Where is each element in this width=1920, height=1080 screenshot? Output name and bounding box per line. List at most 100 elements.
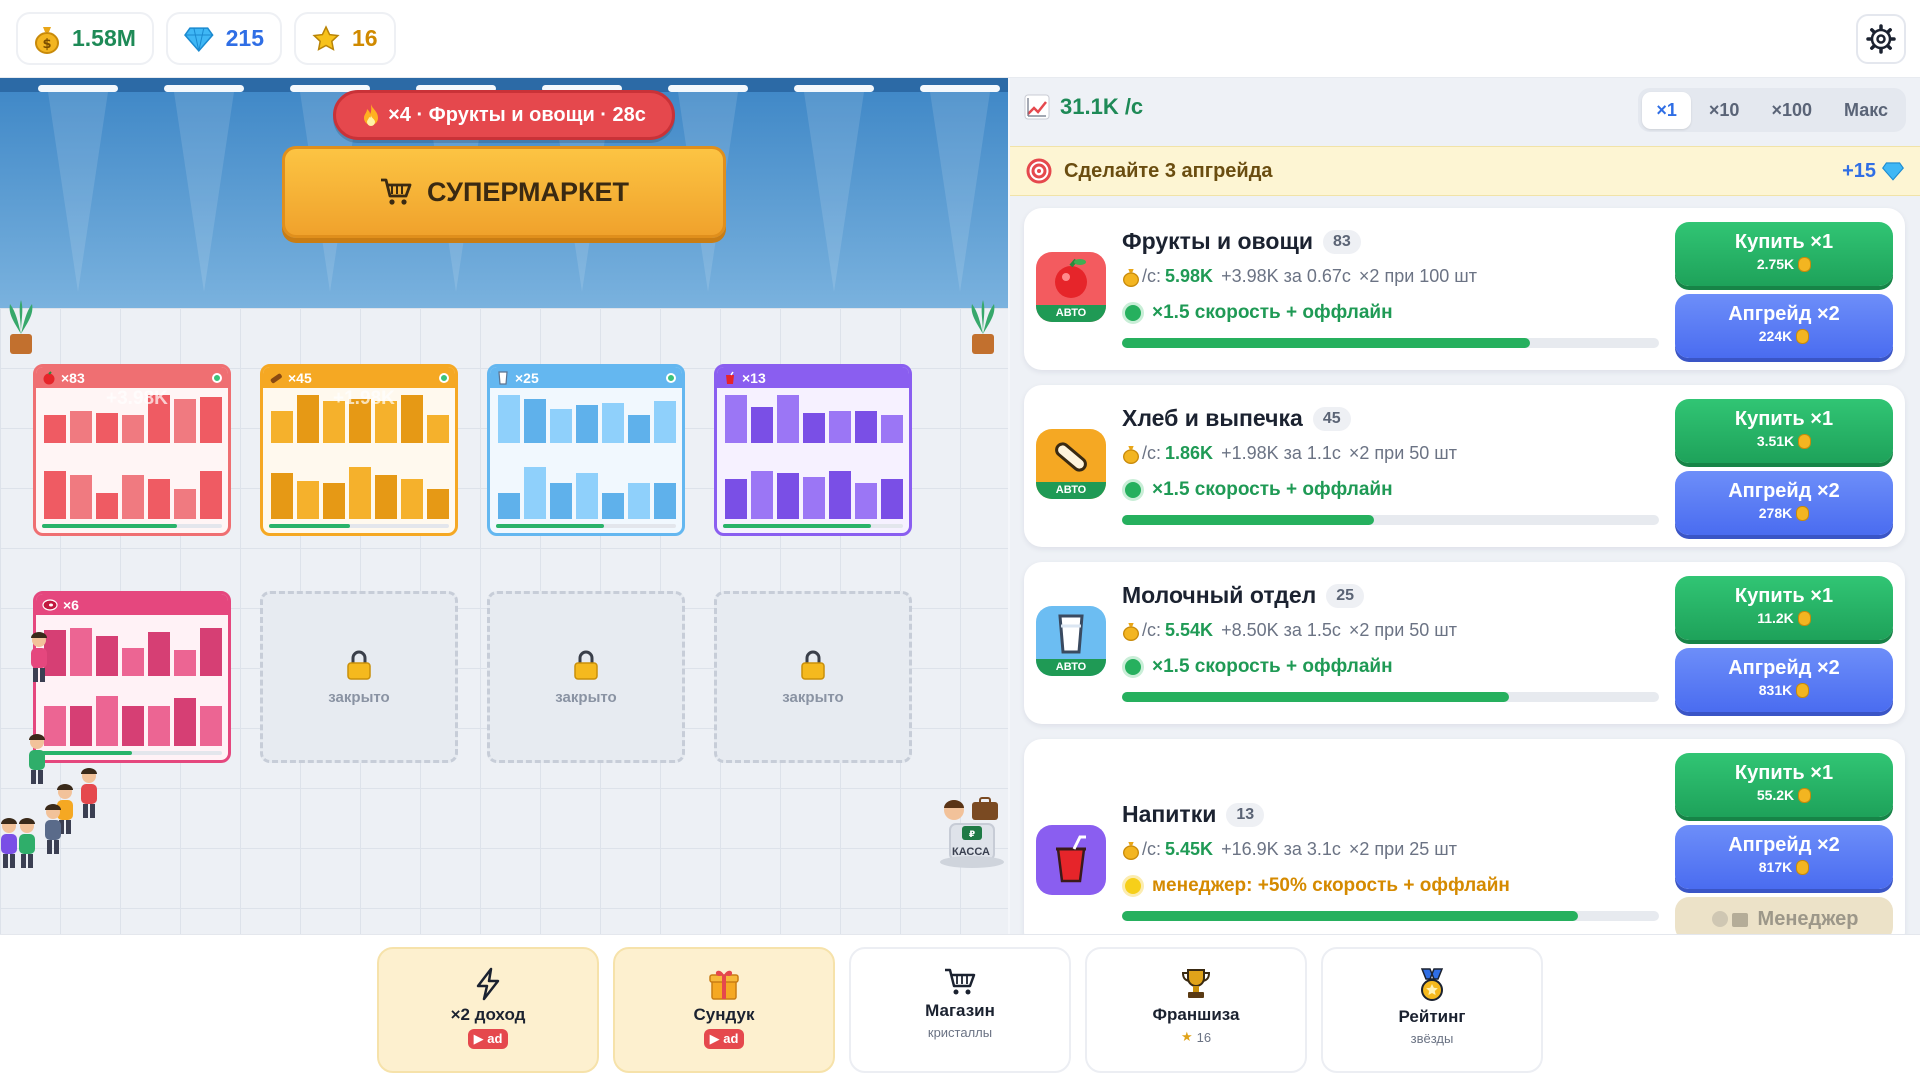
shelf-fruits[interactable]: ×83 +3.98K (33, 364, 231, 536)
shelf-count: ×45 (288, 369, 312, 386)
department-name: Хлеб и выпечка (1122, 405, 1303, 431)
multiplier-x100[interactable]: ×100 (1757, 92, 1826, 129)
quest-banner[interactable]: Сделайте 3 апгрейда +15 (1010, 146, 1920, 196)
ceiling-lamp (920, 85, 1000, 92)
department-card-bakery: АВТО Хлеб и выпечка 45 /с: 1.86K +1.98K за… (1024, 385, 1905, 547)
upgrade-button[interactable]: Апгрейд ×2 224K (1675, 294, 1893, 358)
locked-slot[interactable]: закрыто (714, 591, 912, 763)
department-icon: АВТО (1036, 429, 1106, 499)
customer-figure (45, 804, 61, 854)
ad-badge: ▶ ad (467, 1029, 509, 1049)
department-card-fruits: АВТО Фрукты и овощи 83 /с: 5.98K +3.98K за… (1024, 208, 1905, 370)
ceiling-lamp (668, 85, 748, 92)
per-sec-value: 1.86K (1165, 443, 1214, 463)
top-bar: $ 1.58M 215 16 (0, 0, 1920, 78)
department-header: Напитки 13 (1122, 801, 1265, 828)
upgrade-button[interactable]: Апгрейд ×2 817K (1675, 825, 1893, 889)
milk-glass-icon (1058, 614, 1084, 654)
boost-banner[interactable]: ×4 · Фрукты и овощи · 28с (333, 90, 675, 140)
buy-label: Купить ×1 (1734, 408, 1834, 430)
money-bag-icon: $ (35, 26, 59, 54)
customer-figure (81, 768, 97, 818)
tab-double-income[interactable]: ×2 доход ▶ ad (377, 947, 599, 1073)
upgrade-button[interactable]: Апгрейд ×2 831K (1675, 648, 1893, 712)
apple-icon (43, 370, 55, 384)
buy-label: Купить ×1 (1734, 762, 1834, 784)
bottom-nav: ×2 доход ▶ ad Сундук ▶ ad Магазин криста… (0, 934, 1920, 1080)
buy-button[interactable]: Купить ×1 2.75K (1675, 222, 1893, 286)
buy-label: Купить ×1 (1734, 585, 1834, 607)
settings-button[interactable] (1856, 14, 1906, 64)
hire-manager-button[interactable]: Менеджер (1675, 897, 1893, 934)
tab-rating[interactable]: Рейтинг звёзды (1321, 947, 1543, 1073)
coin-icon (1796, 328, 1810, 344)
department-header: Молочный отдел 25 (1122, 582, 1365, 609)
department-icon: АВТО (1036, 252, 1106, 322)
locked-label: закрыто (782, 688, 844, 706)
shelf-header: ×83 (36, 367, 228, 388)
multiplier-max[interactable]: Макс (1830, 92, 1902, 129)
buy-cost: 11.2K (1757, 610, 1794, 626)
tab-label: Магазин (925, 1001, 995, 1020)
status-dot (1122, 302, 1144, 324)
status-dot (1122, 875, 1144, 897)
multiplier-x10[interactable]: ×10 (1695, 92, 1754, 129)
gear-icon (1866, 24, 1896, 54)
department-header: Хлеб и выпечка 45 (1122, 405, 1351, 432)
money-bag-icon (1123, 622, 1139, 641)
milk-glass-icon (498, 370, 508, 385)
ceiling-lamp (794, 85, 874, 92)
locked-slot[interactable]: закрыто (260, 591, 458, 763)
buy-button[interactable]: Купить ×1 3.51K (1675, 399, 1893, 463)
buy-button[interactable]: Купить ×1 55.2K (1675, 753, 1893, 817)
shelf-status-dot (439, 372, 449, 383)
shelf-products: +1.98K (263, 388, 455, 531)
star-icon: ★ (1180, 1029, 1193, 1044)
upgrade-button[interactable]: Апгрейд ×2 278K (1675, 471, 1893, 535)
gift-icon (709, 970, 739, 1000)
milestone: ×2 при 50 шт (1348, 620, 1457, 640)
shelf-progress (269, 524, 449, 528)
department-bonus: ×1.5 скорость + оффлайн (1122, 656, 1393, 678)
quest-reward: +15 (1842, 160, 1904, 183)
upgrade-label: Апгрейд ×2 (1728, 303, 1840, 325)
ceiling-lamp (38, 85, 118, 92)
multiplier-x1[interactable]: ×1 (1642, 91, 1691, 129)
income-rate-value: 31.1K /с (1060, 94, 1144, 119)
customer-figure (29, 734, 45, 784)
upgrade-cost: 278K (1758, 505, 1793, 521)
gems-counter: 215 (166, 12, 282, 65)
star-icon (312, 24, 340, 51)
tab-shop[interactable]: Магазин кристаллы (849, 947, 1071, 1073)
shelf-dairy[interactable]: ×25 (487, 364, 685, 536)
cash-register[interactable]: ₽ КАССА (936, 796, 1006, 896)
buy-button[interactable]: Купить ×1 11.2K (1675, 576, 1893, 640)
milestone: ×2 при 25 шт (1348, 839, 1457, 859)
shelf-meat[interactable]: ×6 (33, 591, 231, 763)
trend-chart-icon (1024, 94, 1050, 120)
padlock-icon (347, 650, 371, 680)
shelf-products: +3.98K (36, 388, 228, 531)
buy-cost: 55.2K (1756, 787, 1795, 803)
shelf-count: ×25 (515, 369, 539, 386)
drink-cup-icon (726, 371, 734, 384)
department-stats: /с: 5.54K +8.50K за 1.5с ×2 при 50 шт (1122, 620, 1457, 641)
manager-label: Менеджер (1757, 907, 1859, 930)
quest-text: Сделайте 3 апгрейда (1064, 159, 1273, 182)
quest-reward-value: +15 (1842, 159, 1876, 182)
tab-chest[interactable]: Сундук ▶ ad (613, 947, 835, 1073)
store-title: СУПЕРМАРКЕТ (427, 176, 629, 207)
locked-slot[interactable]: закрыто (487, 591, 685, 763)
per-sec-label: /с: (1142, 620, 1162, 640)
tab-franchise[interactable]: Франшиза ★ 16 (1085, 947, 1307, 1073)
padlock-icon (574, 650, 598, 680)
shelf-drinks[interactable]: ×13 (714, 364, 912, 536)
department-level: 13 (1226, 802, 1265, 827)
per-cycle: +1.98K за 1.1с (1221, 443, 1341, 463)
shelf-bakery[interactable]: ×45 +1.98K (260, 364, 458, 536)
upgrade-label: Апгрейд ×2 (1728, 480, 1840, 502)
stars-value: 16 (352, 25, 378, 51)
department-progress (1122, 692, 1659, 702)
milestone: ×2 при 50 шт (1348, 443, 1457, 463)
tab-sublabel: ★ 16 (1180, 1029, 1212, 1045)
